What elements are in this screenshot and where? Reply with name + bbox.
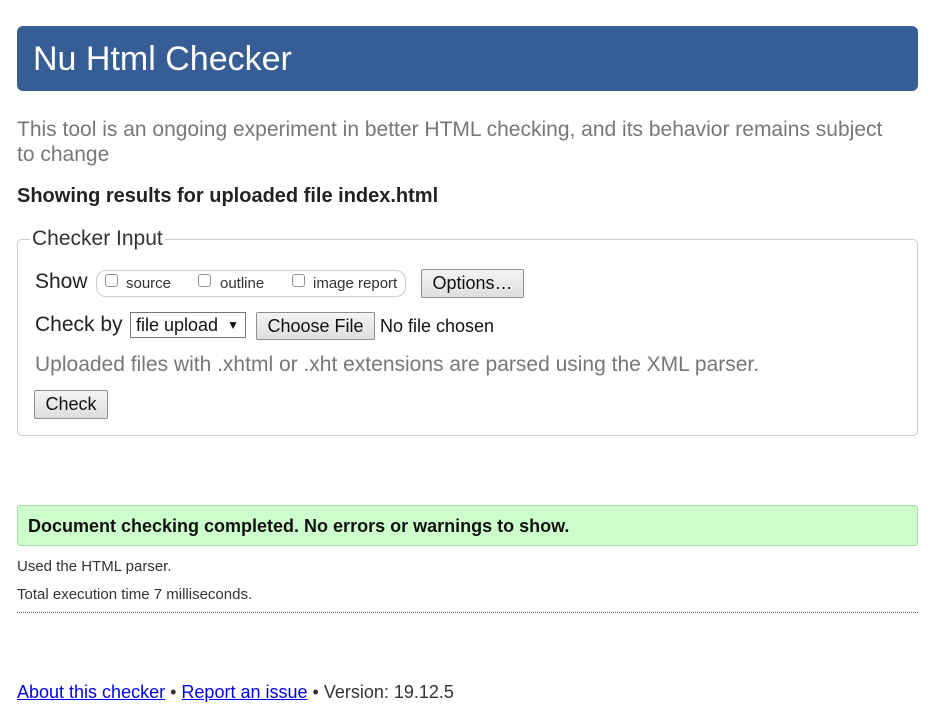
footer: About this checker • Report an issue • V…	[17, 681, 454, 703]
outline-checkbox-label[interactable]: outline	[220, 276, 264, 292]
options-button[interactable]: Options…	[421, 269, 524, 298]
about-checker-link[interactable]: About this checker	[17, 682, 165, 702]
outline-checkbox[interactable]	[198, 274, 211, 287]
version-text: Version: 19.12.5	[323, 682, 454, 702]
image-report-checkbox-label[interactable]: image report	[313, 276, 397, 292]
footer-separator: •	[312, 682, 319, 702]
check-by-label: Check by	[35, 313, 123, 336]
success-message-box: Document checking completed. No errors o…	[17, 505, 918, 546]
xml-parser-note: Uploaded files with .xhtml or .xht exten…	[35, 353, 760, 376]
show-label: Show	[35, 270, 88, 293]
report-issue-link[interactable]: Report an issue	[181, 682, 307, 702]
results-heading: Showing results for uploaded file index.…	[17, 185, 439, 207]
choose-file-button[interactable]: Choose File	[256, 312, 375, 340]
page-title: Nu Html Checker	[33, 40, 292, 78]
file-status: No file chosen	[380, 316, 495, 336]
source-checkbox-label[interactable]: source	[126, 276, 171, 292]
parser-info: Used the HTML parser.	[17, 558, 172, 575]
execution-time: Total execution time 7 milliseconds.	[17, 586, 253, 603]
check-by-value: file upload	[136, 315, 219, 335]
divider	[17, 612, 918, 613]
footer-separator: •	[170, 682, 177, 702]
check-by-select[interactable]: file upload ▼	[130, 312, 246, 338]
checker-input-legend: Checker Input	[32, 227, 163, 250]
dropdown-arrow-icon: ▼	[227, 318, 239, 332]
page: Nu Html Checker This tool is an ongoing …	[0, 0, 938, 706]
intro-text: This tool is an ongoing experiment in be…	[17, 118, 883, 166]
image-report-checkbox[interactable]	[292, 274, 305, 287]
page-header: Nu Html Checker	[17, 26, 918, 91]
source-checkbox[interactable]	[105, 274, 118, 287]
success-message: Document checking completed. No errors o…	[28, 516, 570, 536]
check-button[interactable]: Check	[34, 390, 108, 419]
